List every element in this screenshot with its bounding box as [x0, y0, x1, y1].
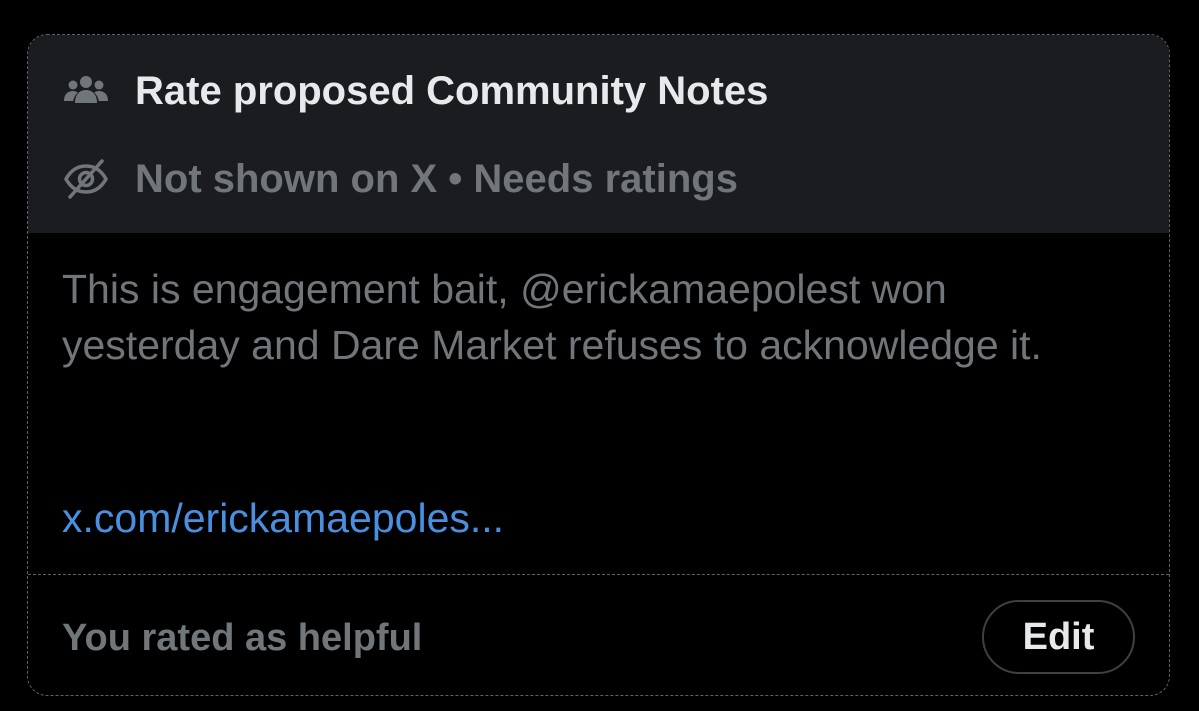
edit-rating-button[interactable]: Edit: [982, 600, 1135, 674]
footer-divider: [28, 574, 1169, 575]
card-header: Rate proposed Community Notes Not shown …: [28, 35, 1169, 233]
people-icon: [62, 67, 110, 115]
card-title: Rate proposed Community Notes: [135, 68, 769, 113]
card-title-row: Rate proposed Community Notes: [62, 67, 768, 115]
note-source-link[interactable]: x.com/erickamaepoles...: [62, 490, 504, 546]
rating-status-text: You rated as helpful: [62, 617, 423, 659]
eye-off-icon: [62, 155, 110, 203]
note-status: Not shown on X • Needs ratings: [135, 156, 738, 201]
note-status-row: Not shown on X • Needs ratings: [62, 155, 738, 203]
note-body-text: This is engagement bait, @erickamaepoles…: [62, 266, 1042, 368]
community-notes-card: Rate proposed Community Notes Not shown …: [27, 34, 1170, 696]
